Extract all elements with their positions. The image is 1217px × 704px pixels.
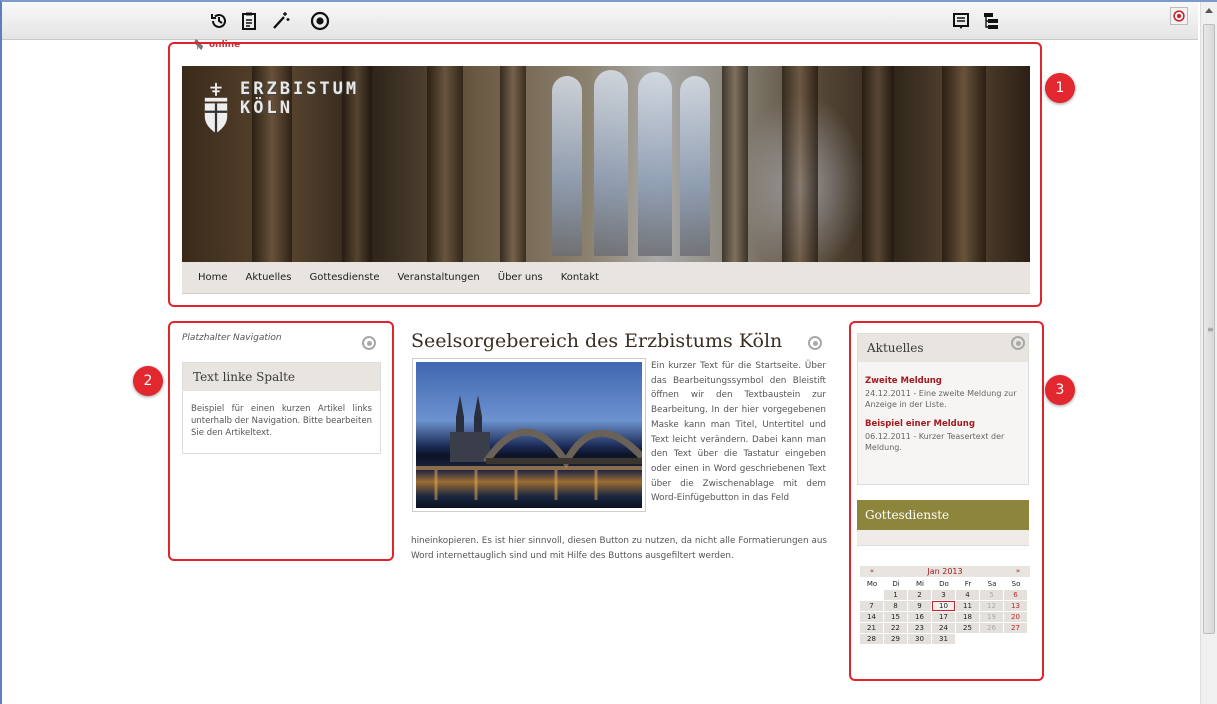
annotation-number-2: 2: [133, 366, 163, 396]
scroll-up-arrow-icon[interactable]: [1205, 8, 1213, 13]
main-text-side: Ein kurzer Text für die Startseite. Über…: [651, 361, 826, 504]
settings-icon[interactable]: [808, 336, 822, 350]
history-icon[interactable]: [208, 10, 230, 32]
cologne-cathedral-image: [412, 358, 646, 512]
list-icon[interactable]: [950, 10, 972, 32]
main-text-bottom: hineinkopieren. Es ist hier sinnvoll, di…: [411, 536, 827, 561]
editor-toolbar: [2, 2, 1198, 40]
clipboard-icon[interactable]: [238, 10, 260, 32]
annotation-number-1: 1: [1045, 73, 1075, 103]
magic-wand-icon[interactable]: [269, 10, 291, 32]
target-icon[interactable]: [309, 10, 331, 32]
page-title: Seelsorgebereich des Erzbistums Köln: [411, 330, 783, 352]
annotation-number-3: 3: [1045, 375, 1075, 405]
annotation-box-1: [168, 42, 1042, 307]
annotation-box-2: [168, 321, 394, 561]
target-small-icon[interactable]: [1170, 7, 1188, 25]
scroll-thumb[interactable]: ≡: [1203, 24, 1215, 634]
vertical-scrollbar[interactable]: ≡: [1200, 2, 1217, 704]
scroll-grip-icon: ≡: [1207, 325, 1214, 334]
annotation-box-3: [849, 321, 1044, 681]
tree-icon[interactable]: [980, 10, 1002, 32]
